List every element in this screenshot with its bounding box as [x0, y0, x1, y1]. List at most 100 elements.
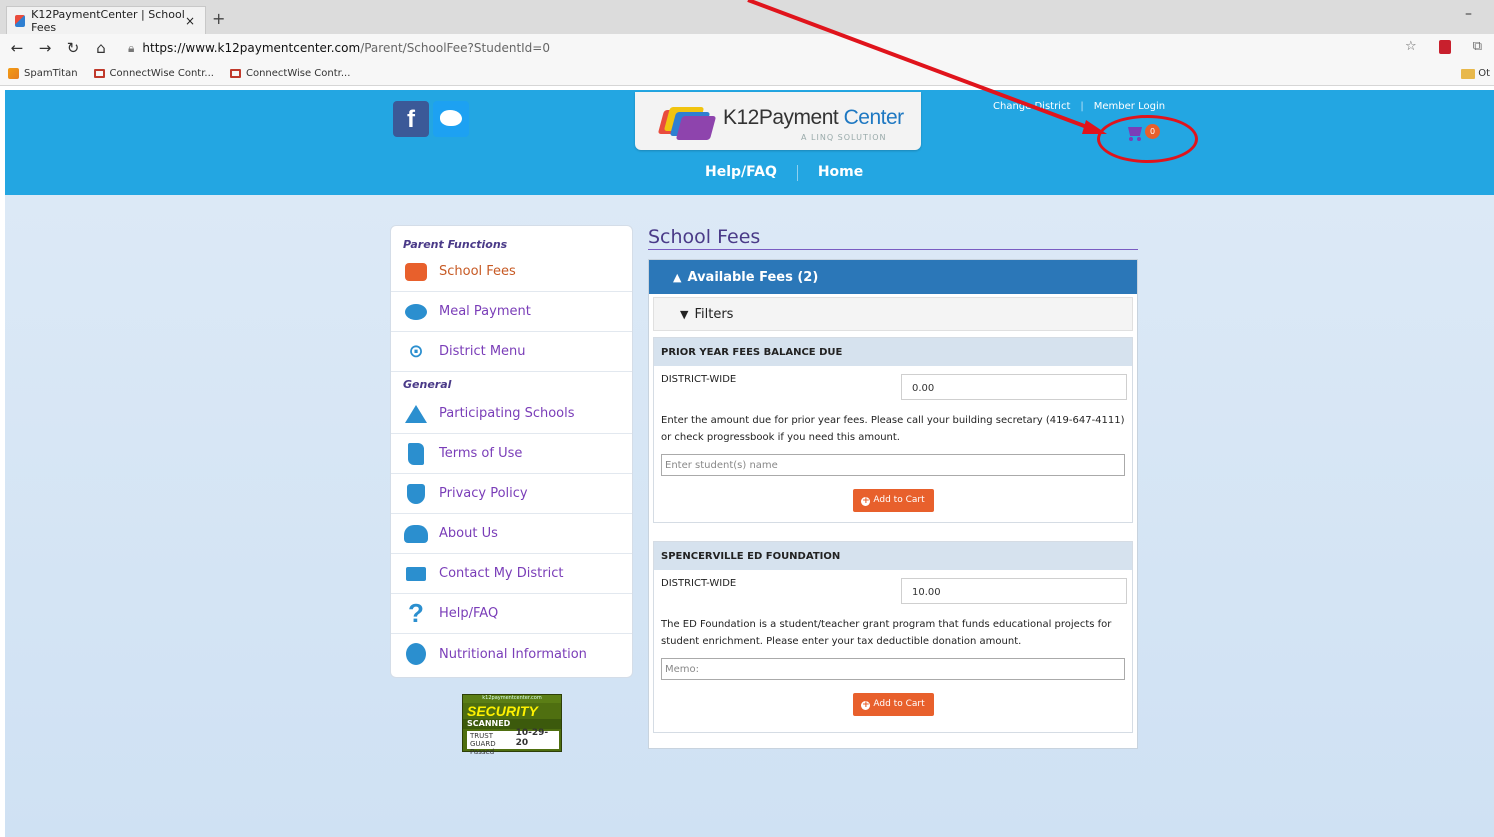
site-header: f K12Payment Center A LINQ SOLUTION Chan…	[5, 90, 1494, 195]
change-district-link[interactable]: Change District	[993, 101, 1070, 112]
security-scanned-badge[interactable]: k12paymentcenter.com SECURITY SCANNED TR…	[462, 694, 562, 756]
browser-nav-bar: ← → ↻ ⌂ 🔒︎ https://www.k12paymentcenter.…	[0, 34, 1494, 62]
new-tab-button[interactable]: +	[212, 9, 225, 28]
extension-icon[interactable]	[1438, 40, 1451, 54]
menu-home[interactable]: Home	[818, 164, 863, 181]
sidebar-item-school-fees[interactable]: School Fees	[391, 252, 632, 292]
sidebar-item-label: Help/FAQ	[439, 606, 499, 621]
trust-badge-domain: k12paymentcenter.com	[463, 695, 561, 703]
bookmark-label: ConnectWise Contr...	[109, 68, 214, 79]
filters-toggle[interactable]: ▼ Filters	[653, 297, 1133, 331]
sidebar-item-contact-my-district[interactable]: Contact My District	[391, 554, 632, 594]
add-to-cart-button[interactable]: + Add to Cart	[852, 693, 934, 716]
header-links: Change District | Member Login	[993, 101, 1165, 112]
fee-scope: DISTRICT-WIDE	[661, 578, 737, 589]
sidebar-item-label: Meal Payment	[439, 304, 531, 319]
other-bookmarks[interactable]: Ot	[1461, 68, 1490, 79]
fee-amount-input[interactable]: 0.00	[901, 374, 1127, 400]
fee-card-prior-year: PRIOR YEAR FEES BALANCE DUE DISTRICT-WID…	[653, 337, 1133, 523]
sidebar-item-district-menu[interactable]: ⊙ District Menu	[391, 332, 632, 372]
mail-icon	[403, 563, 429, 585]
browser-tab[interactable]: K12PaymentCenter | School Fees ×	[6, 6, 206, 34]
bookmark-connectwise-2[interactable]: ConnectWise Contr...	[229, 68, 351, 79]
annotation-circle	[1097, 115, 1198, 163]
trust-badge-date: 10-29-20	[515, 728, 549, 748]
lock-icon: 🔒︎	[128, 40, 135, 55]
bookmark-label: SpamTitan	[24, 68, 78, 79]
home-icon[interactable]: ⌂	[90, 39, 112, 57]
available-fees-panel: ▲ Available Fees (2) ▼ Filters PRIOR YEA…	[648, 259, 1138, 749]
back-arrow-icon[interactable]: ←	[6, 39, 28, 57]
folder-icon	[1461, 68, 1476, 79]
sidebar-item-meal-payment[interactable]: Meal Payment	[391, 292, 632, 332]
add-to-cart-label: Add to Cart	[873, 699, 925, 709]
favorite-star-icon[interactable]: ☆	[1405, 39, 1417, 54]
sidebar-item-participating-schools[interactable]: Participating Schools	[391, 394, 632, 434]
minimize-button[interactable]: –	[1465, 6, 1472, 22]
bookmark-label: ConnectWise Contr...	[245, 68, 351, 79]
collections-icon[interactable]: ⧉	[1473, 39, 1482, 54]
address-bar[interactable]: 🔒︎ https://www.k12paymentcenter.com/Pare…	[128, 41, 550, 56]
plus-icon: +	[861, 700, 871, 710]
bookmark-spamtitan[interactable]: SpamTitan	[8, 68, 78, 79]
url-path: /Parent/SchoolFee?StudentId=0	[360, 41, 550, 55]
menu-help-faq[interactable]: Help/FAQ	[705, 164, 777, 181]
school-icon	[403, 403, 429, 425]
memo-input[interactable]: Memo:	[661, 658, 1125, 680]
refresh-icon[interactable]: ↻	[62, 39, 84, 57]
other-bookmarks-label: Ot	[1478, 68, 1490, 79]
connectwise-icon	[93, 69, 105, 78]
logo-mark-icon	[657, 104, 717, 140]
sidebar-item-label: Privacy Policy	[439, 486, 528, 501]
apple-icon	[403, 643, 429, 665]
sidebar-item-nutritional-information[interactable]: Nutritional Information	[391, 634, 632, 674]
member-login-link[interactable]: Member Login	[1094, 101, 1165, 112]
question-icon: ?	[408, 598, 424, 628]
logo-subtitle: A LINQ SOLUTION	[801, 133, 887, 142]
social-links: f	[393, 101, 469, 137]
fee-amount-row: DISTRICT-WIDE 0.00	[654, 366, 1132, 402]
main-menu: Help/FAQ Home	[705, 164, 863, 181]
tab-close-icon[interactable]: ×	[185, 14, 195, 28]
sidebar: Parent Functions School Fees Meal Paymen…	[390, 225, 633, 678]
sidebar-item-privacy-policy[interactable]: Privacy Policy	[391, 474, 632, 514]
sidebar-section-general: General	[403, 378, 452, 391]
bookmark-connectwise-1[interactable]: ConnectWise Contr...	[93, 68, 214, 79]
site-logo[interactable]: K12Payment Center A LINQ SOLUTION	[635, 92, 921, 150]
browser-tab-bar: K12PaymentCenter | School Fees × + –	[0, 0, 1494, 34]
title-underline	[648, 249, 1138, 250]
forward-arrow-icon[interactable]: →	[34, 39, 56, 57]
facebook-icon[interactable]: f	[393, 101, 429, 137]
add-to-cart-button[interactable]: + Add to Cart	[852, 489, 934, 512]
trust-badge-security: SECURITY	[467, 703, 538, 719]
chevron-down-icon: ▼	[680, 307, 689, 321]
sidebar-item-terms-of-use[interactable]: Terms of Use	[391, 434, 632, 474]
sidebar-item-about-us[interactable]: About Us	[391, 514, 632, 554]
plate-icon: ⊙	[408, 341, 424, 362]
sidebar-item-label: District Menu	[439, 344, 526, 359]
fee-amount-input[interactable]: 10.00	[901, 578, 1127, 604]
sidebar-section-parent: Parent Functions	[403, 238, 508, 251]
fee-scope: DISTRICT-WIDE	[661, 374, 737, 385]
piggy-bank-icon	[403, 301, 429, 323]
bookmarks-bar: SpamTitan ConnectWise Contr... ConnectWi…	[0, 62, 1494, 86]
url-host: https://www.k12paymentcenter.com	[142, 41, 361, 55]
twitter-icon[interactable]	[433, 101, 469, 137]
sidebar-item-help-faq[interactable]: ? Help/FAQ	[391, 594, 632, 634]
divider: |	[1080, 101, 1084, 112]
available-fees-toggle[interactable]: ▲ Available Fees (2)	[649, 260, 1137, 294]
page-title: School Fees	[648, 226, 761, 248]
fee-description: Enter the amount due for prior year fees…	[661, 415, 1125, 443]
people-icon	[403, 523, 429, 545]
fee-amount-row: DISTRICT-WIDE 10.00	[654, 570, 1132, 606]
filters-label: Filters	[694, 306, 734, 322]
sidebar-item-label: Participating Schools	[439, 406, 575, 421]
student-name-input[interactable]: Enter student(s) name	[661, 454, 1125, 476]
divider	[796, 165, 798, 181]
plus-icon: +	[861, 496, 871, 506]
browser-toolbar-right: ☆ ⧉	[1405, 39, 1482, 54]
scroll-icon	[403, 442, 429, 465]
sidebar-item-label: School Fees	[439, 264, 516, 279]
fee-description: The ED Foundation is a student/teacher g…	[661, 619, 1112, 647]
tab-title: K12PaymentCenter | School Fees	[31, 7, 185, 34]
